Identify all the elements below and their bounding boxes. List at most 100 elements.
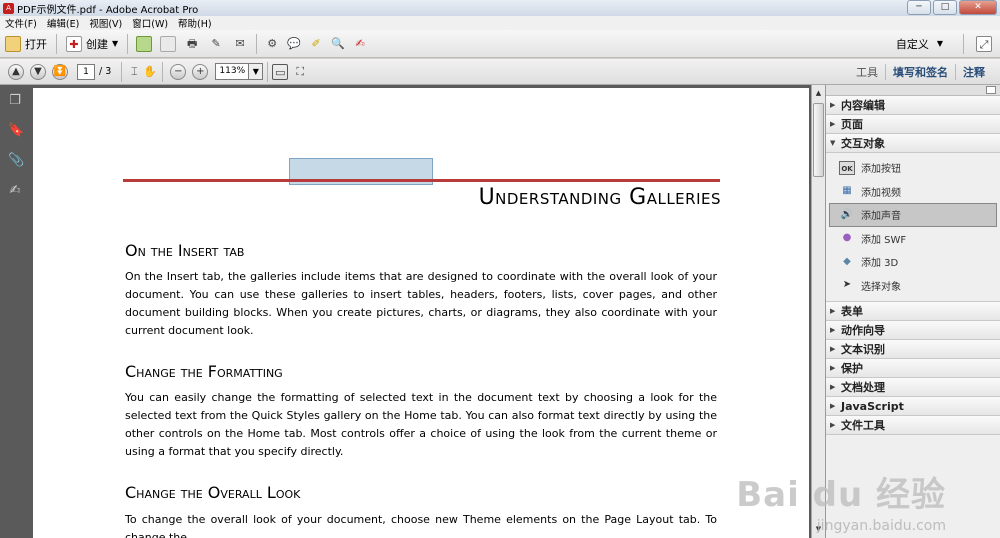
fit-page-icon[interactable]: ▭ xyxy=(272,63,289,80)
edit-icon[interactable]: ✎ xyxy=(208,36,224,52)
bookmarks-icon[interactable]: 🔖 xyxy=(8,123,24,139)
create-pdf-icon: ✚ xyxy=(66,35,82,52)
page-thumbnails-icon[interactable]: ❐ xyxy=(8,93,22,109)
pdf-page: Understanding Galleries On the Insert ta… xyxy=(33,88,809,538)
baidu-watermark: Bai du 经验 xyxy=(736,475,946,515)
comment-icon[interactable]: 💬 xyxy=(286,36,302,52)
add-button-item[interactable]: OK 添加按钮 xyxy=(826,156,1000,180)
select-object-item[interactable]: ➤ 选择对象 xyxy=(826,274,1000,298)
acrobat-icon: A xyxy=(3,2,14,14)
sign-icon[interactable]: ✍ xyxy=(352,36,368,52)
highlight-icon[interactable]: ✐ xyxy=(308,36,324,52)
toolbar-divider xyxy=(127,33,129,54)
section-text-recognition[interactable]: ▶ 文本识别 xyxy=(826,340,1000,359)
combine-icon[interactable] xyxy=(136,35,153,52)
section-label: 保护 xyxy=(841,362,863,375)
window-title: PDF示例文件.pdf - Adobe Acrobat Pro xyxy=(17,4,199,16)
hand-tool-icon[interactable]: ✋ xyxy=(142,64,158,80)
chevron-right-icon: ▶ xyxy=(830,383,836,391)
chevron-right-icon: ▶ xyxy=(830,402,836,410)
page-number-input[interactable]: 1 xyxy=(77,63,95,80)
section-label: 交互对象 xyxy=(841,137,885,150)
tab-tools[interactable]: 工具 xyxy=(849,64,885,80)
close-button[interactable]: ✕ xyxy=(959,0,997,15)
fit-width-icon[interactable]: ⛶ xyxy=(292,64,308,80)
section-document-processing[interactable]: ▶ 文档处理 xyxy=(826,378,1000,397)
print-icon[interactable]: 🖶 xyxy=(184,36,200,52)
chevron-right-icon: ▶ xyxy=(830,307,836,315)
section-heading: On the Insert tab xyxy=(125,241,245,260)
menu-view[interactable]: 视图(V) xyxy=(84,16,127,30)
document-view[interactable]: Understanding Galleries On the Insert ta… xyxy=(30,85,811,538)
scroll-thumb[interactable] xyxy=(813,103,824,177)
toolbar-divider xyxy=(56,33,57,54)
save-icon[interactable] xyxy=(160,35,177,52)
section-protection[interactable]: ▶ 保护 xyxy=(826,359,1000,378)
document-search-icon[interactable]: 🔍 xyxy=(330,36,346,52)
menu-window[interactable]: 窗口(W) xyxy=(127,16,173,30)
section-forms[interactable]: ▶ 表单 xyxy=(826,302,1000,321)
tab-fill-sign[interactable]: 填写和签名 xyxy=(885,64,955,80)
scroll-up-icon[interactable]: ▲ xyxy=(812,87,825,100)
menu-help[interactable]: 帮助(H) xyxy=(173,16,217,30)
section-label: 内容编辑 xyxy=(841,99,885,112)
title-bar: A PDF示例文件.pdf - Adobe Acrobat Pro ─ □ ✕ xyxy=(0,0,1000,16)
signatures-icon[interactable]: ✍ xyxy=(8,183,22,199)
toolbar-divider xyxy=(162,61,164,82)
section-file-tools[interactable]: ▶ 文件工具 xyxy=(826,416,1000,435)
email-icon[interactable]: ✉ xyxy=(232,36,248,52)
tab-comment[interactable]: 注释 xyxy=(955,64,992,80)
zoom-input[interactable]: 113% xyxy=(215,63,250,80)
add-3d-item[interactable]: ◆ 添加 3D xyxy=(826,250,1000,274)
customize-dropdown[interactable]: 自定义 ▼ xyxy=(891,33,948,55)
select-cursor-icon[interactable]: ⌶ xyxy=(126,64,142,80)
menu-edit[interactable]: 编辑(E) xyxy=(42,16,84,30)
minimize-button[interactable]: ─ xyxy=(907,0,931,15)
next-page-icon[interactable]: ▼ xyxy=(30,63,46,80)
section-action-wizard[interactable]: ▶ 动作向导 xyxy=(826,321,1000,340)
navigation-toolbar: ▲ ▼ ⏬ 1 / 3 ⌶ ✋ − + 113% ▼ ▭ ⛶ 工具 填写和签名 … xyxy=(0,59,1000,85)
button-icon: OK xyxy=(839,160,855,175)
item-label: 添加 3D xyxy=(861,258,899,270)
toolbar-divider xyxy=(963,33,964,54)
chevron-right-icon: ▶ xyxy=(830,120,836,128)
add-swf-item[interactable]: ● 添加 SWF xyxy=(826,227,1000,251)
chevron-right-icon: ▶ xyxy=(830,364,836,372)
section-pages[interactable]: ▶ 页面 xyxy=(826,115,1000,134)
item-label: 添加声音 xyxy=(861,211,901,223)
zoom-out-icon[interactable]: − xyxy=(170,63,187,80)
baidu-watermark-url: jingyan.baidu.com xyxy=(816,518,946,534)
last-page-icon[interactable]: ⏬ xyxy=(52,63,68,80)
maximize-button[interactable]: □ xyxy=(933,0,957,15)
navigation-pane: ❐ 🔖 📎 ✍ xyxy=(0,85,30,538)
zoom-in-icon[interactable]: + xyxy=(192,63,209,80)
toolbar-divider xyxy=(121,61,123,82)
zoom-dropdown[interactable]: ▼ xyxy=(249,63,264,80)
customize-label: 自定义 xyxy=(895,37,929,51)
section-label: JavaScript xyxy=(841,399,904,413)
section-heading: Change the Formatting xyxy=(125,362,283,381)
section-heading: Change the Overall Look xyxy=(125,483,301,502)
section-javascript[interactable]: ▶ JavaScript xyxy=(826,397,1000,416)
add-sound-item[interactable]: 🔊 添加声音 xyxy=(829,203,997,227)
create-label: 创建 xyxy=(86,37,108,51)
window-controls: ─ □ ✕ xyxy=(907,0,997,15)
section-interactive-objects[interactable]: ▼ 交互对象 xyxy=(826,134,1000,153)
title-rule xyxy=(123,179,720,182)
create-button[interactable]: ✚ 创建 ▼ xyxy=(61,33,123,55)
section-content-editing[interactable]: ▶ 内容编辑 xyxy=(826,96,1000,115)
panel-options-icon[interactable] xyxy=(986,86,996,94)
add-video-item[interactable]: ▦ 添加视频 xyxy=(826,180,1000,204)
open-button[interactable]: 打开 xyxy=(0,33,52,55)
open-label: 打开 xyxy=(25,37,47,51)
previous-page-icon[interactable]: ▲ xyxy=(8,63,24,80)
chevron-down-icon: ▼ xyxy=(936,39,943,48)
section-body: On the Insert tab, the galleries include… xyxy=(125,270,717,337)
section-label: 文件工具 xyxy=(841,419,885,432)
attachments-icon[interactable]: 📎 xyxy=(8,153,24,169)
fullscreen-icon[interactable]: ⤢ xyxy=(976,35,992,52)
menu-bar: 文件(F) 编辑(E) 视图(V) 窗口(W) 帮助(H) xyxy=(0,16,1000,30)
menu-file[interactable]: 文件(F) xyxy=(0,16,42,30)
chevron-right-icon: ▶ xyxy=(830,326,836,334)
gear-icon[interactable]: ⚙ xyxy=(264,36,280,52)
